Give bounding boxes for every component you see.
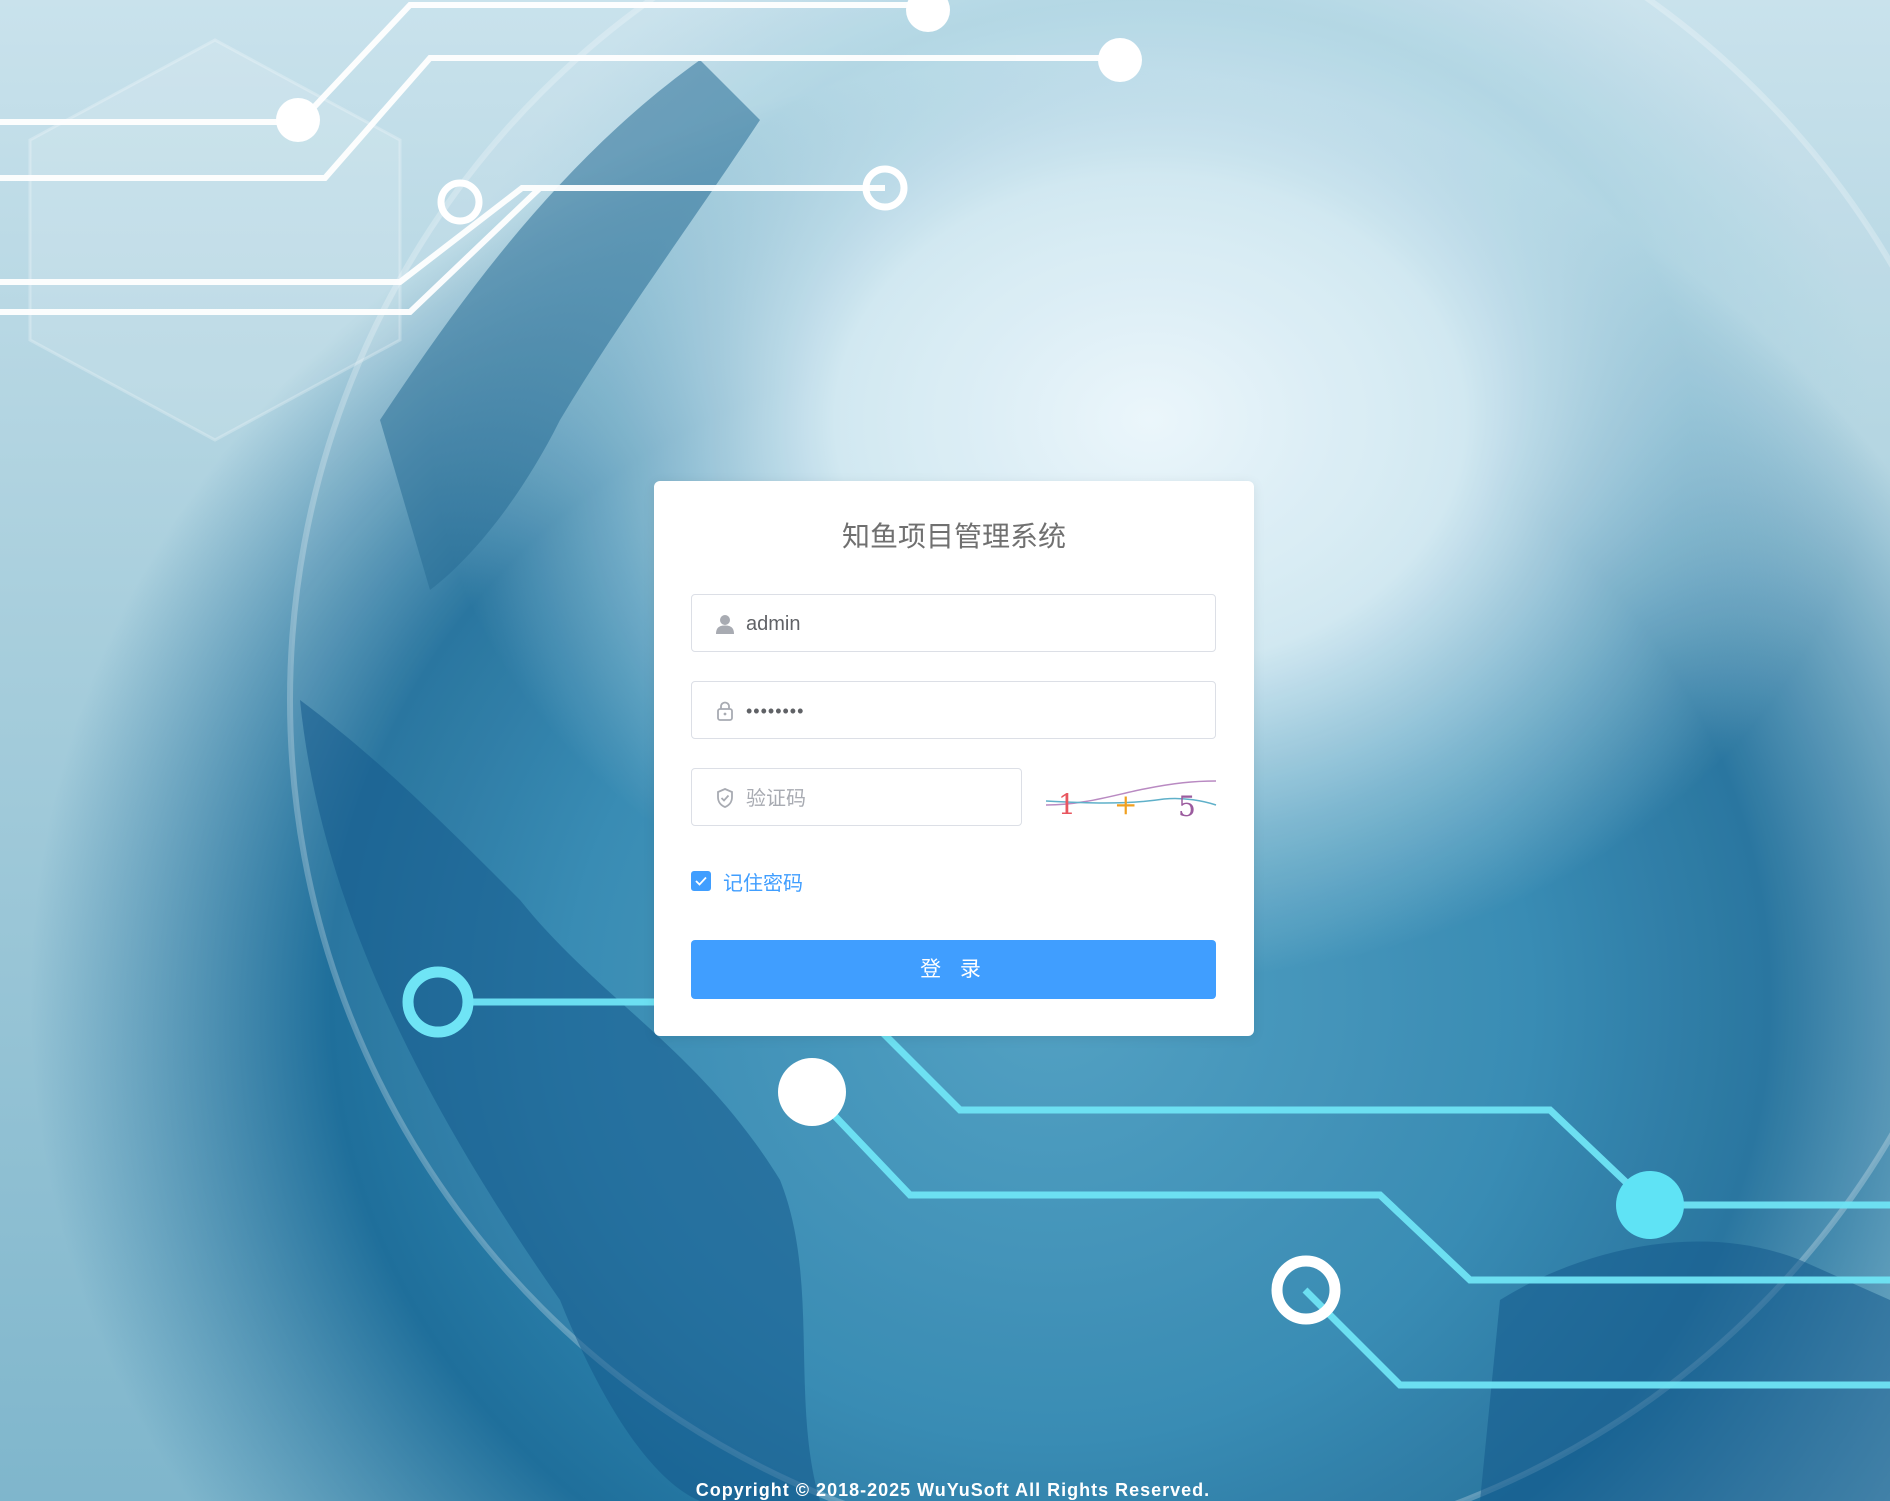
login-card: 知鱼项目管理系统 admin •••••••• 验证码 1 + 5 记住密码 登…	[654, 481, 1254, 1036]
captcha-char-1: 1	[1058, 788, 1076, 821]
user-icon	[714, 613, 736, 635]
check-icon	[695, 876, 707, 886]
captcha-char-3: 5	[1178, 790, 1196, 823]
page-title: 知鱼项目管理系统	[841, 520, 1066, 553]
password-value: ••••••••	[746, 701, 805, 721]
username-value: admin	[746, 613, 801, 635]
remember-label: 记住密码	[723, 870, 803, 895]
copyright-footer: Copyright © 2018-2025 WuYuSoft All Right…	[695, 1480, 1211, 1500]
password-field[interactable]: ••••••••	[691, 681, 1216, 739]
remember-checkbox[interactable]	[691, 871, 711, 891]
captcha-char-2: +	[1114, 788, 1137, 821]
login-button[interactable]: 登 录	[691, 940, 1216, 999]
captcha-placeholder: 验证码	[746, 786, 806, 810]
lock-icon	[714, 700, 736, 722]
username-field[interactable]: admin	[691, 594, 1216, 652]
captcha-input[interactable]: 验证码	[691, 768, 1022, 826]
remember-password[interactable]: 记住密码	[691, 869, 803, 895]
captcha-image[interactable]: 1 + 5	[1044, 771, 1218, 831]
shield-icon	[714, 787, 736, 809]
